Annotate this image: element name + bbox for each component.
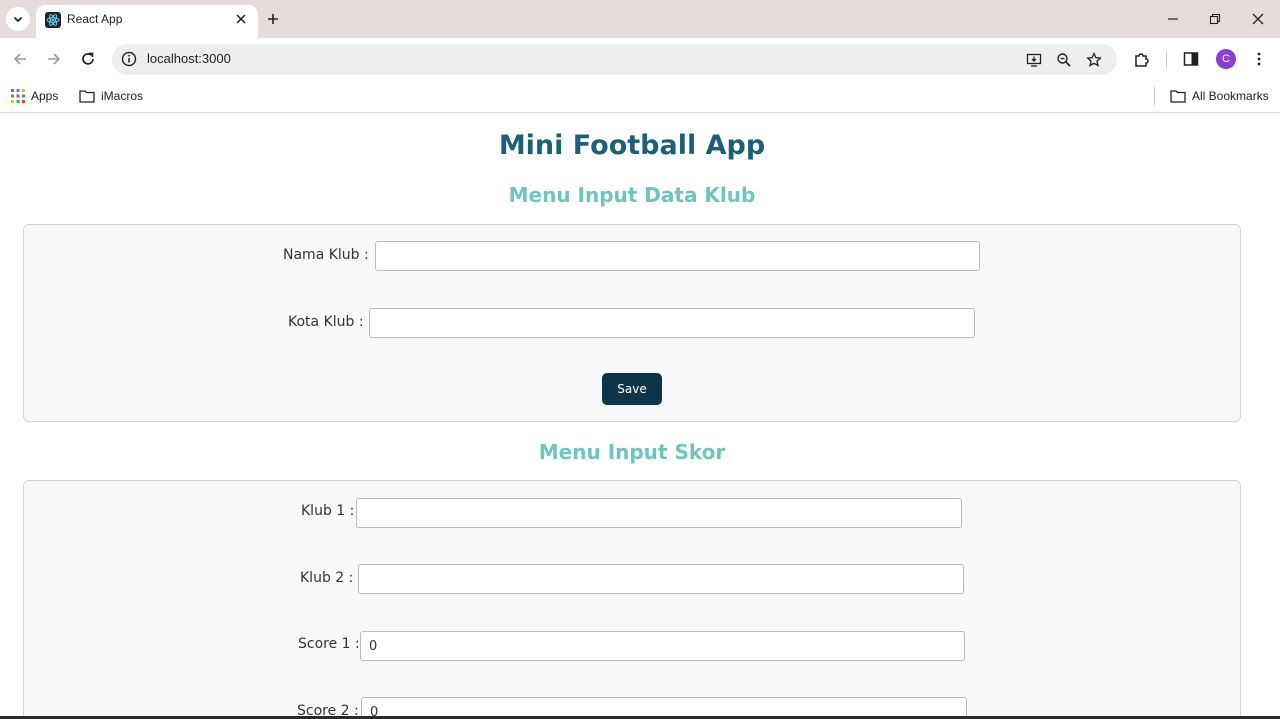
- side-panel-button[interactable]: [1180, 48, 1202, 70]
- site-info-icon[interactable]: [121, 51, 137, 67]
- url-text: localhost:3000: [147, 51, 231, 66]
- minimize-icon: [1168, 18, 1178, 20]
- bookmarks-separator: [1154, 87, 1155, 105]
- arrow-left-icon: [13, 53, 26, 65]
- browser-tab[interactable]: React App: [36, 5, 258, 38]
- folder-icon: [1170, 90, 1186, 103]
- bookmark-label: Apps: [31, 89, 59, 103]
- score1-label: Score 1 :: [298, 636, 360, 652]
- restore-button[interactable]: [1202, 8, 1228, 30]
- arrow-right-icon: [48, 53, 61, 65]
- folder-icon: [79, 90, 95, 103]
- puzzle-icon: [1135, 53, 1149, 67]
- back-button[interactable]: [7, 46, 33, 72]
- star-icon: [1086, 52, 1102, 67]
- app-title: Mini Football App: [498, 130, 766, 161]
- apps-grid-icon: [11, 89, 25, 103]
- club-city-label: Kota Klub :: [288, 314, 364, 330]
- club-name-input[interactable]: [375, 241, 980, 271]
- close-icon: [1252, 13, 1264, 25]
- profile-avatar[interactable]: C: [1216, 49, 1236, 69]
- zoom-button[interactable]: [1054, 50, 1074, 70]
- zoom-icon: [1057, 53, 1071, 67]
- restore-icon: [1209, 13, 1221, 25]
- bookmark-label: iMacros: [101, 89, 144, 103]
- club-city-input[interactable]: [369, 308, 975, 338]
- browser-toolbar: localhost:3000 C: [0, 38, 1280, 80]
- react-logo-icon: [45, 12, 61, 28]
- close-window-button[interactable]: [1245, 8, 1271, 30]
- side-panel-icon: [1183, 52, 1199, 66]
- plus-icon: [268, 14, 278, 24]
- extensions-button[interactable]: [1131, 48, 1153, 70]
- club1-label: Klub 1 :: [301, 503, 355, 519]
- more-vertical-icon: [1257, 52, 1261, 66]
- page-content: Mini Football App Menu Input Data Klub N…: [0, 113, 1280, 719]
- club-form-panel: Nama Klub : Kota Klub : Save: [23, 224, 1241, 422]
- score1-input[interactable]: [360, 631, 965, 661]
- reload-icon: [82, 52, 94, 65]
- minimize-button[interactable]: [1160, 8, 1186, 30]
- chevron-down-icon: [13, 16, 23, 23]
- club2-input[interactable]: [358, 564, 964, 594]
- reload-button[interactable]: [75, 46, 101, 72]
- club-name-label: Nama Klub :: [283, 247, 369, 263]
- tab-close-button[interactable]: [232, 10, 250, 28]
- tab-title: React App: [67, 12, 123, 26]
- forward-button[interactable]: [41, 46, 67, 72]
- browser-menu-button[interactable]: [1248, 48, 1270, 70]
- new-tab-button[interactable]: [261, 7, 285, 31]
- close-icon: [236, 14, 246, 24]
- all-bookmarks-label: All Bookmarks: [1192, 89, 1269, 103]
- address-bar[interactable]: localhost:3000: [112, 44, 1117, 75]
- bookmark-star-button[interactable]: [1084, 50, 1104, 70]
- install-app-button[interactable]: [1024, 50, 1044, 70]
- bookmarks-bar: Apps iMacros All Bookmarks: [0, 80, 1280, 113]
- tab-search-button[interactable]: [6, 7, 30, 31]
- save-button[interactable]: Save: [602, 373, 662, 405]
- toolbar-separator: [1166, 51, 1167, 68]
- club2-label: Klub 2 :: [300, 570, 354, 586]
- install-icon: [1026, 53, 1042, 67]
- score-form-panel: Klub 1 : Klub 2 : Score 1 : Score 2 :: [23, 480, 1241, 719]
- club-section-title: Menu Input Data Klub: [508, 183, 756, 207]
- club1-input[interactable]: [356, 498, 962, 528]
- bookmark-apps[interactable]: Apps: [11, 85, 58, 107]
- browser-tabstrip: React App: [0, 0, 1280, 38]
- all-bookmarks-button[interactable]: All Bookmarks: [1170, 85, 1269, 107]
- score-section-title: Menu Input Skor: [538, 440, 726, 464]
- bookmark-imacros[interactable]: iMacros: [79, 85, 143, 107]
